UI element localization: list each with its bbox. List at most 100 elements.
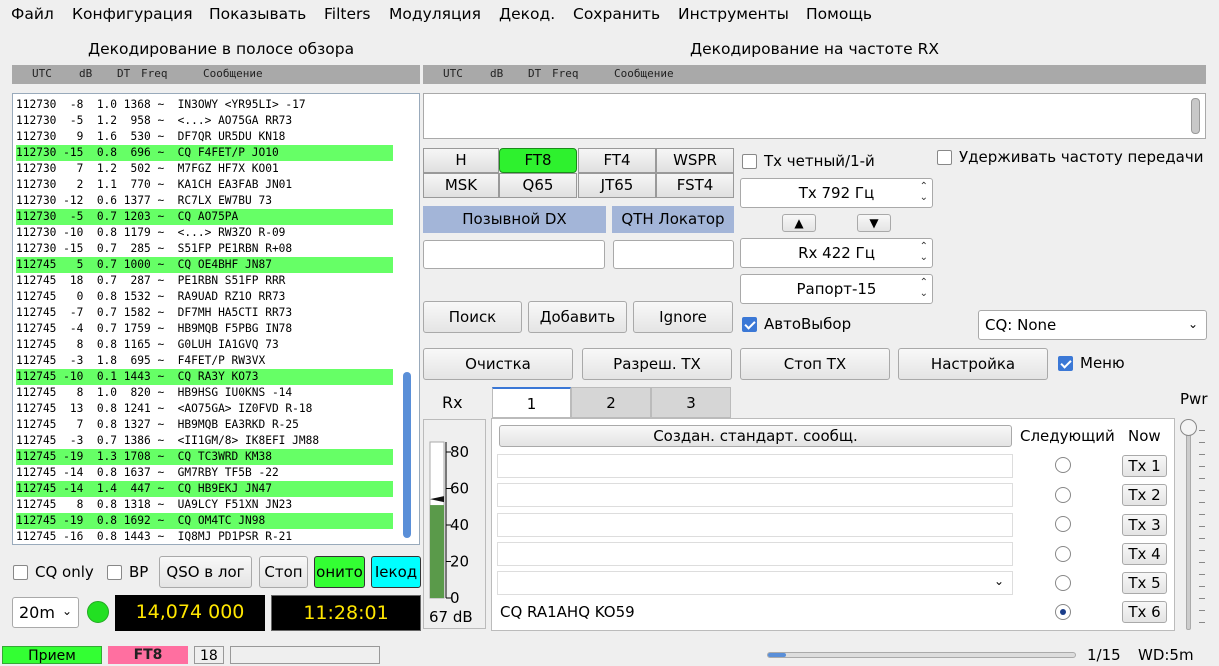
add-button[interactable]: Добавить xyxy=(528,301,627,333)
tx3-message-field[interactable] xyxy=(497,513,1013,537)
tx6-next-radio[interactable] xyxy=(1055,604,1071,620)
decode-row[interactable]: 112730 -8 1.0 1368 ~ IN3OWY <YR95LI> -17 xyxy=(16,97,393,113)
tx3-next-radio[interactable] xyxy=(1055,516,1071,532)
lookup-button[interactable]: Поиск xyxy=(423,301,522,333)
tune-settings-button[interactable]: Настройка xyxy=(898,348,1048,380)
menu-file[interactable]: Файл xyxy=(11,5,54,23)
menu-save[interactable]: Сохранить xyxy=(573,5,660,23)
decode-row[interactable]: 112730 2 1.1 770 ~ KA1CH EA3FAB JN01 xyxy=(16,177,393,193)
decode-row[interactable]: 112745 -3 1.8 695 ~ F4FET/P RW3VX xyxy=(16,353,393,369)
menu-tools[interactable]: Инструменты xyxy=(678,5,789,23)
stop-button[interactable]: Стоп xyxy=(259,556,308,588)
menu-view[interactable]: Показывать xyxy=(209,5,306,23)
decode-row[interactable]: 112745 -16 0.8 1443 ~ IQ8MJ PD1PSR R-21 xyxy=(16,529,393,544)
mode-msk-button[interactable]: MSK xyxy=(423,173,499,198)
monitor-button[interactable]: онитo xyxy=(314,556,365,588)
tab-3[interactable]: 3 xyxy=(651,387,731,418)
mode-ft8-button[interactable]: FT8 xyxy=(499,148,577,173)
decode-row[interactable]: 112745 18 0.7 287 ~ PE1RBN S51FP RRR xyxy=(16,273,393,289)
qso-log-button[interactable]: QSO в лог xyxy=(159,556,252,588)
decode-row[interactable]: 112730 9 1.6 530 ~ DF7QR UR5DU KN18 xyxy=(16,129,393,145)
decode-button[interactable]: Іекод xyxy=(371,556,421,588)
rx-list-scrollbar[interactable] xyxy=(1191,98,1200,134)
erase-button[interactable]: Очистка xyxy=(423,348,573,380)
spin-arrows-icon[interactable]: ⌃ ⌄ xyxy=(920,241,928,263)
tx5-message-select[interactable]: ⌄ xyxy=(497,571,1013,595)
decode-row[interactable]: 112730 -5 0.7 1203 ~ CQ AO75PA xyxy=(16,209,393,225)
tx1-now-button[interactable]: Tx 1 xyxy=(1122,455,1167,477)
halt-tx-button[interactable]: Стоп TX xyxy=(740,348,890,380)
power-slider-track[interactable] xyxy=(1186,425,1191,630)
mode-wspr-button[interactable]: WSPR xyxy=(656,148,734,173)
dx-call-input[interactable] xyxy=(423,240,605,269)
cq-only-checkbox[interactable] xyxy=(13,565,28,580)
menu-mode[interactable]: Модуляция xyxy=(389,5,481,23)
decode-row[interactable]: 112730 -12 0.6 1377 ~ RC7LX EW7BU 73 xyxy=(16,193,393,209)
ignore-button[interactable]: Ignore xyxy=(633,301,733,333)
mode-jt65-button[interactable]: JT65 xyxy=(578,173,656,198)
hold-tx-freq-checkbox[interactable] xyxy=(937,150,952,165)
tx1-next-radio[interactable] xyxy=(1055,457,1071,473)
tx4-message-field[interactable] xyxy=(497,542,1013,566)
tx5-now-button[interactable]: Tx 5 xyxy=(1122,572,1167,594)
tx3-now-button[interactable]: Tx 3 xyxy=(1122,514,1167,536)
spin-arrows-icon[interactable]: ⌃ ⌄ xyxy=(920,277,928,299)
tx6-now-button[interactable]: Tx 6 xyxy=(1122,601,1167,623)
tab-1[interactable]: 1 xyxy=(492,387,571,418)
decode-row[interactable]: 112745 5 0.7 1000 ~ CQ OE4BHF JN87 xyxy=(16,257,393,273)
decode-row[interactable]: 112730 -5 1.2 958 ~ <...> AO75GA RR73 xyxy=(16,113,393,129)
tx4-next-radio[interactable] xyxy=(1055,546,1071,562)
tx2-next-radio[interactable] xyxy=(1055,487,1071,503)
tx-even-checkbox[interactable] xyxy=(742,154,757,169)
set-rx-from-tx-button[interactable]: ▼ xyxy=(857,214,891,232)
rx-frequency-list[interactable] xyxy=(423,93,1206,139)
bp-checkbox[interactable] xyxy=(107,565,122,580)
mode-fst4-button[interactable]: FST4 xyxy=(656,173,734,198)
decode-row[interactable]: 112745 -19 0.8 1692 ~ CQ OM4TC JN98 xyxy=(16,513,393,529)
tx-frequency-spinbox[interactable]: Tx 792 Гц ⌃ ⌄ xyxy=(740,178,933,208)
spin-arrows-icon[interactable]: ⌃ ⌄ xyxy=(920,181,928,203)
band-activity-list[interactable]: 112730 -8 1.0 1368 ~ IN3OWY <YR95LI> -17… xyxy=(12,93,420,545)
menu-help[interactable]: Помощь xyxy=(806,5,872,23)
cq-region-select[interactable]: CQ: None ⌄ xyxy=(978,310,1207,340)
decode-row[interactable]: 112745 -4 0.7 1759 ~ HB9MQB F5PBG IN78 xyxy=(16,321,393,337)
auto-seq-checkbox[interactable] xyxy=(742,317,757,332)
tx5-next-radio[interactable] xyxy=(1055,575,1071,591)
menu-decode[interactable]: Декод. xyxy=(499,5,555,23)
menus-checkbox[interactable] xyxy=(1058,356,1073,371)
decode-row[interactable]: 112745 8 0.8 1165 ~ G0LUH IA1GVQ 73 xyxy=(16,337,393,353)
decode-row[interactable]: 112745 8 1.0 820 ~ HB9HSG IU0KNS -14 xyxy=(16,385,393,401)
decode-row[interactable]: 112745 7 0.8 1327 ~ HB9MQB EA3RKD R-25 xyxy=(16,417,393,433)
decode-row[interactable]: 112730 -15 0.8 696 ~ CQ F4FET/P JO10 xyxy=(16,145,393,161)
rx-frequency-spinbox[interactable]: Rx 422 Гц ⌃ ⌄ xyxy=(740,238,933,268)
decode-row[interactable]: 112730 7 1.2 502 ~ M7FGZ HF7X KO01 xyxy=(16,161,393,177)
report-spinbox[interactable]: Рапорт-15 ⌃ ⌄ xyxy=(740,274,933,304)
tx4-now-button[interactable]: Tx 4 xyxy=(1122,543,1167,565)
band-list-scrollbar[interactable] xyxy=(403,372,411,538)
decode-row[interactable]: 112730 -15 0.7 285 ~ S51FP PE1RBN R+08 xyxy=(16,241,393,257)
mode-h-button[interactable]: H xyxy=(423,148,499,173)
mode-ft4-button[interactable]: FT4 xyxy=(578,148,656,173)
decode-row[interactable]: 112745 -14 0.8 1637 ~ GM7RBY TF5B -22 xyxy=(16,465,393,481)
tx1-message-field[interactable] xyxy=(497,454,1013,478)
decode-row[interactable]: 112745 -10 0.1 1443 ~ CQ RA3Y KO73 xyxy=(16,369,393,385)
decode-row[interactable]: 112745 -3 0.7 1386 ~ <II1GM/8> IK8EFI JM… xyxy=(16,433,393,449)
decode-row[interactable]: 112745 13 0.8 1241 ~ <AO75GA> IZ0FVD R-1… xyxy=(16,401,393,417)
decode-row[interactable]: 112745 8 0.8 1318 ~ UA9LCY F51XN JN23 xyxy=(16,497,393,513)
set-tx-from-rx-button[interactable]: ▲ xyxy=(782,214,816,232)
menu-config[interactable]: Конфигурация xyxy=(72,5,193,23)
menu-filters[interactable]: Filters xyxy=(324,5,370,23)
decode-row[interactable]: 112745 0 0.8 1532 ~ RA9UAD RZ1O RR73 xyxy=(16,289,393,305)
mode-q65-button[interactable]: Q65 xyxy=(499,173,577,198)
generate-messages-button[interactable]: Создан. стандарт. сообщ. xyxy=(499,425,1012,447)
decode-row[interactable]: 112745 -19 1.3 1708 ~ CQ TC3WRD KM38 xyxy=(16,449,393,465)
enable-tx-button[interactable]: Разреш. TX xyxy=(582,348,732,380)
tx2-message-field[interactable] xyxy=(497,483,1013,507)
decode-row[interactable]: 112730 -10 0.8 1179 ~ <...> RW3ZO R-09 xyxy=(16,225,393,241)
power-slider-handle[interactable] xyxy=(1180,419,1197,436)
tx2-now-button[interactable]: Tx 2 xyxy=(1122,484,1167,506)
decode-row[interactable]: 112745 -14 1.4 447 ~ CQ HB9EKJ JN47 xyxy=(16,481,393,497)
decode-row[interactable]: 112745 -7 0.7 1582 ~ DF7MH HA5CTI RR73 xyxy=(16,305,393,321)
tab-2[interactable]: 2 xyxy=(571,387,651,418)
band-select[interactable]: 20m ⌄ xyxy=(12,597,79,628)
